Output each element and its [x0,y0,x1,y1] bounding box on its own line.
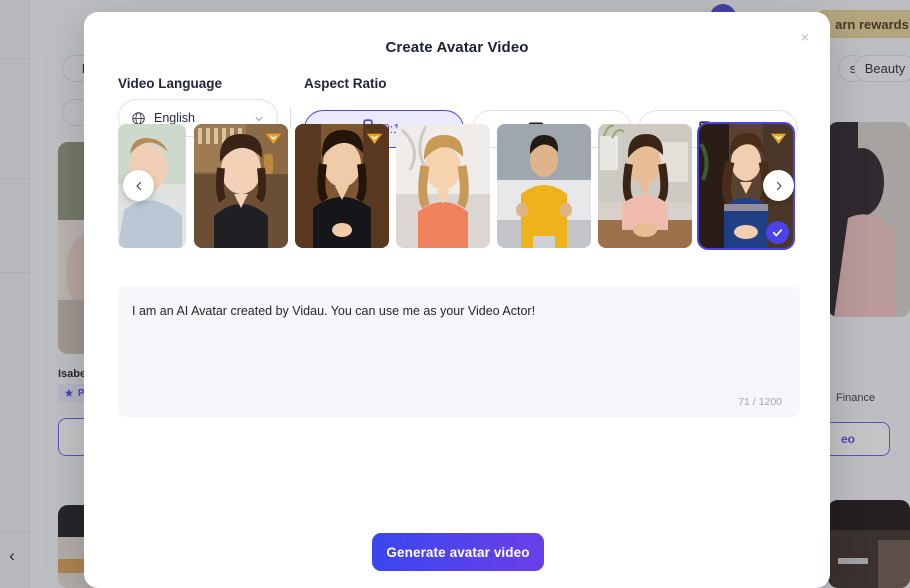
avatar-card[interactable]: Elena(Sitting1) [396,124,490,248]
avatar-card[interactable]: David [497,124,591,248]
aspect-ratio-label: Aspect Ratio [304,76,387,91]
premium-crown-icon [264,129,283,148]
chevron-right-icon [776,181,782,190]
language-value: English [154,111,195,125]
chevron-left-icon [135,181,141,190]
avatar-card[interactable]: Daphne [194,124,288,248]
character-counter: 71 / 1200 [738,396,782,408]
premium-crown-icon [365,129,384,148]
create-avatar-video-modal: Create Avatar Video × Video Language Asp… [84,12,830,588]
carousel-prev-button[interactable] [123,170,154,201]
close-icon[interactable]: × [794,26,816,48]
generate-avatar-video-button[interactable]: Generate avatar video [372,533,544,571]
avatar-card[interactable]: Daphne（Standing） [295,124,389,248]
script-input[interactable] [118,286,800,417]
selected-check-icon [766,221,789,244]
page-title: Create Avatar Video [385,39,529,56]
video-language-label: Video Language [118,76,223,91]
avatar-carousel: ukh Khan [118,122,800,284]
premium-crown-icon [769,129,788,148]
carousel-next-button[interactable] [763,170,794,201]
chevron-down-icon [253,112,265,124]
avatar-card[interactable]: Evelyn(Sitting) [598,124,692,248]
